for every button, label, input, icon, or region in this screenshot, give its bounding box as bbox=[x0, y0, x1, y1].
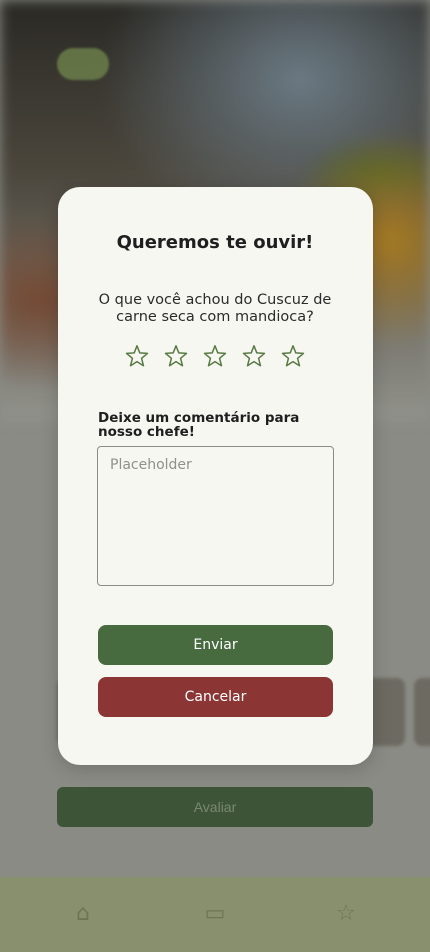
star-4-icon[interactable] bbox=[242, 344, 266, 368]
comment-label: Deixe um comentário para nosso chefe! bbox=[98, 410, 300, 440]
star-rating bbox=[125, 344, 305, 372]
modal-title: Queremos te ouvir! bbox=[116, 232, 314, 253]
rating-question: O que você achou do Cuscuz de carne seca… bbox=[98, 292, 332, 325]
star-1-icon[interactable] bbox=[125, 344, 149, 368]
comment-input[interactable] bbox=[97, 446, 334, 586]
star-5-icon[interactable] bbox=[281, 344, 305, 368]
star-2-icon[interactable] bbox=[164, 344, 188, 368]
star-3-icon[interactable] bbox=[203, 344, 227, 368]
send-button[interactable]: Enviar bbox=[98, 625, 333, 665]
cancel-button[interactable]: Cancelar bbox=[98, 677, 333, 717]
